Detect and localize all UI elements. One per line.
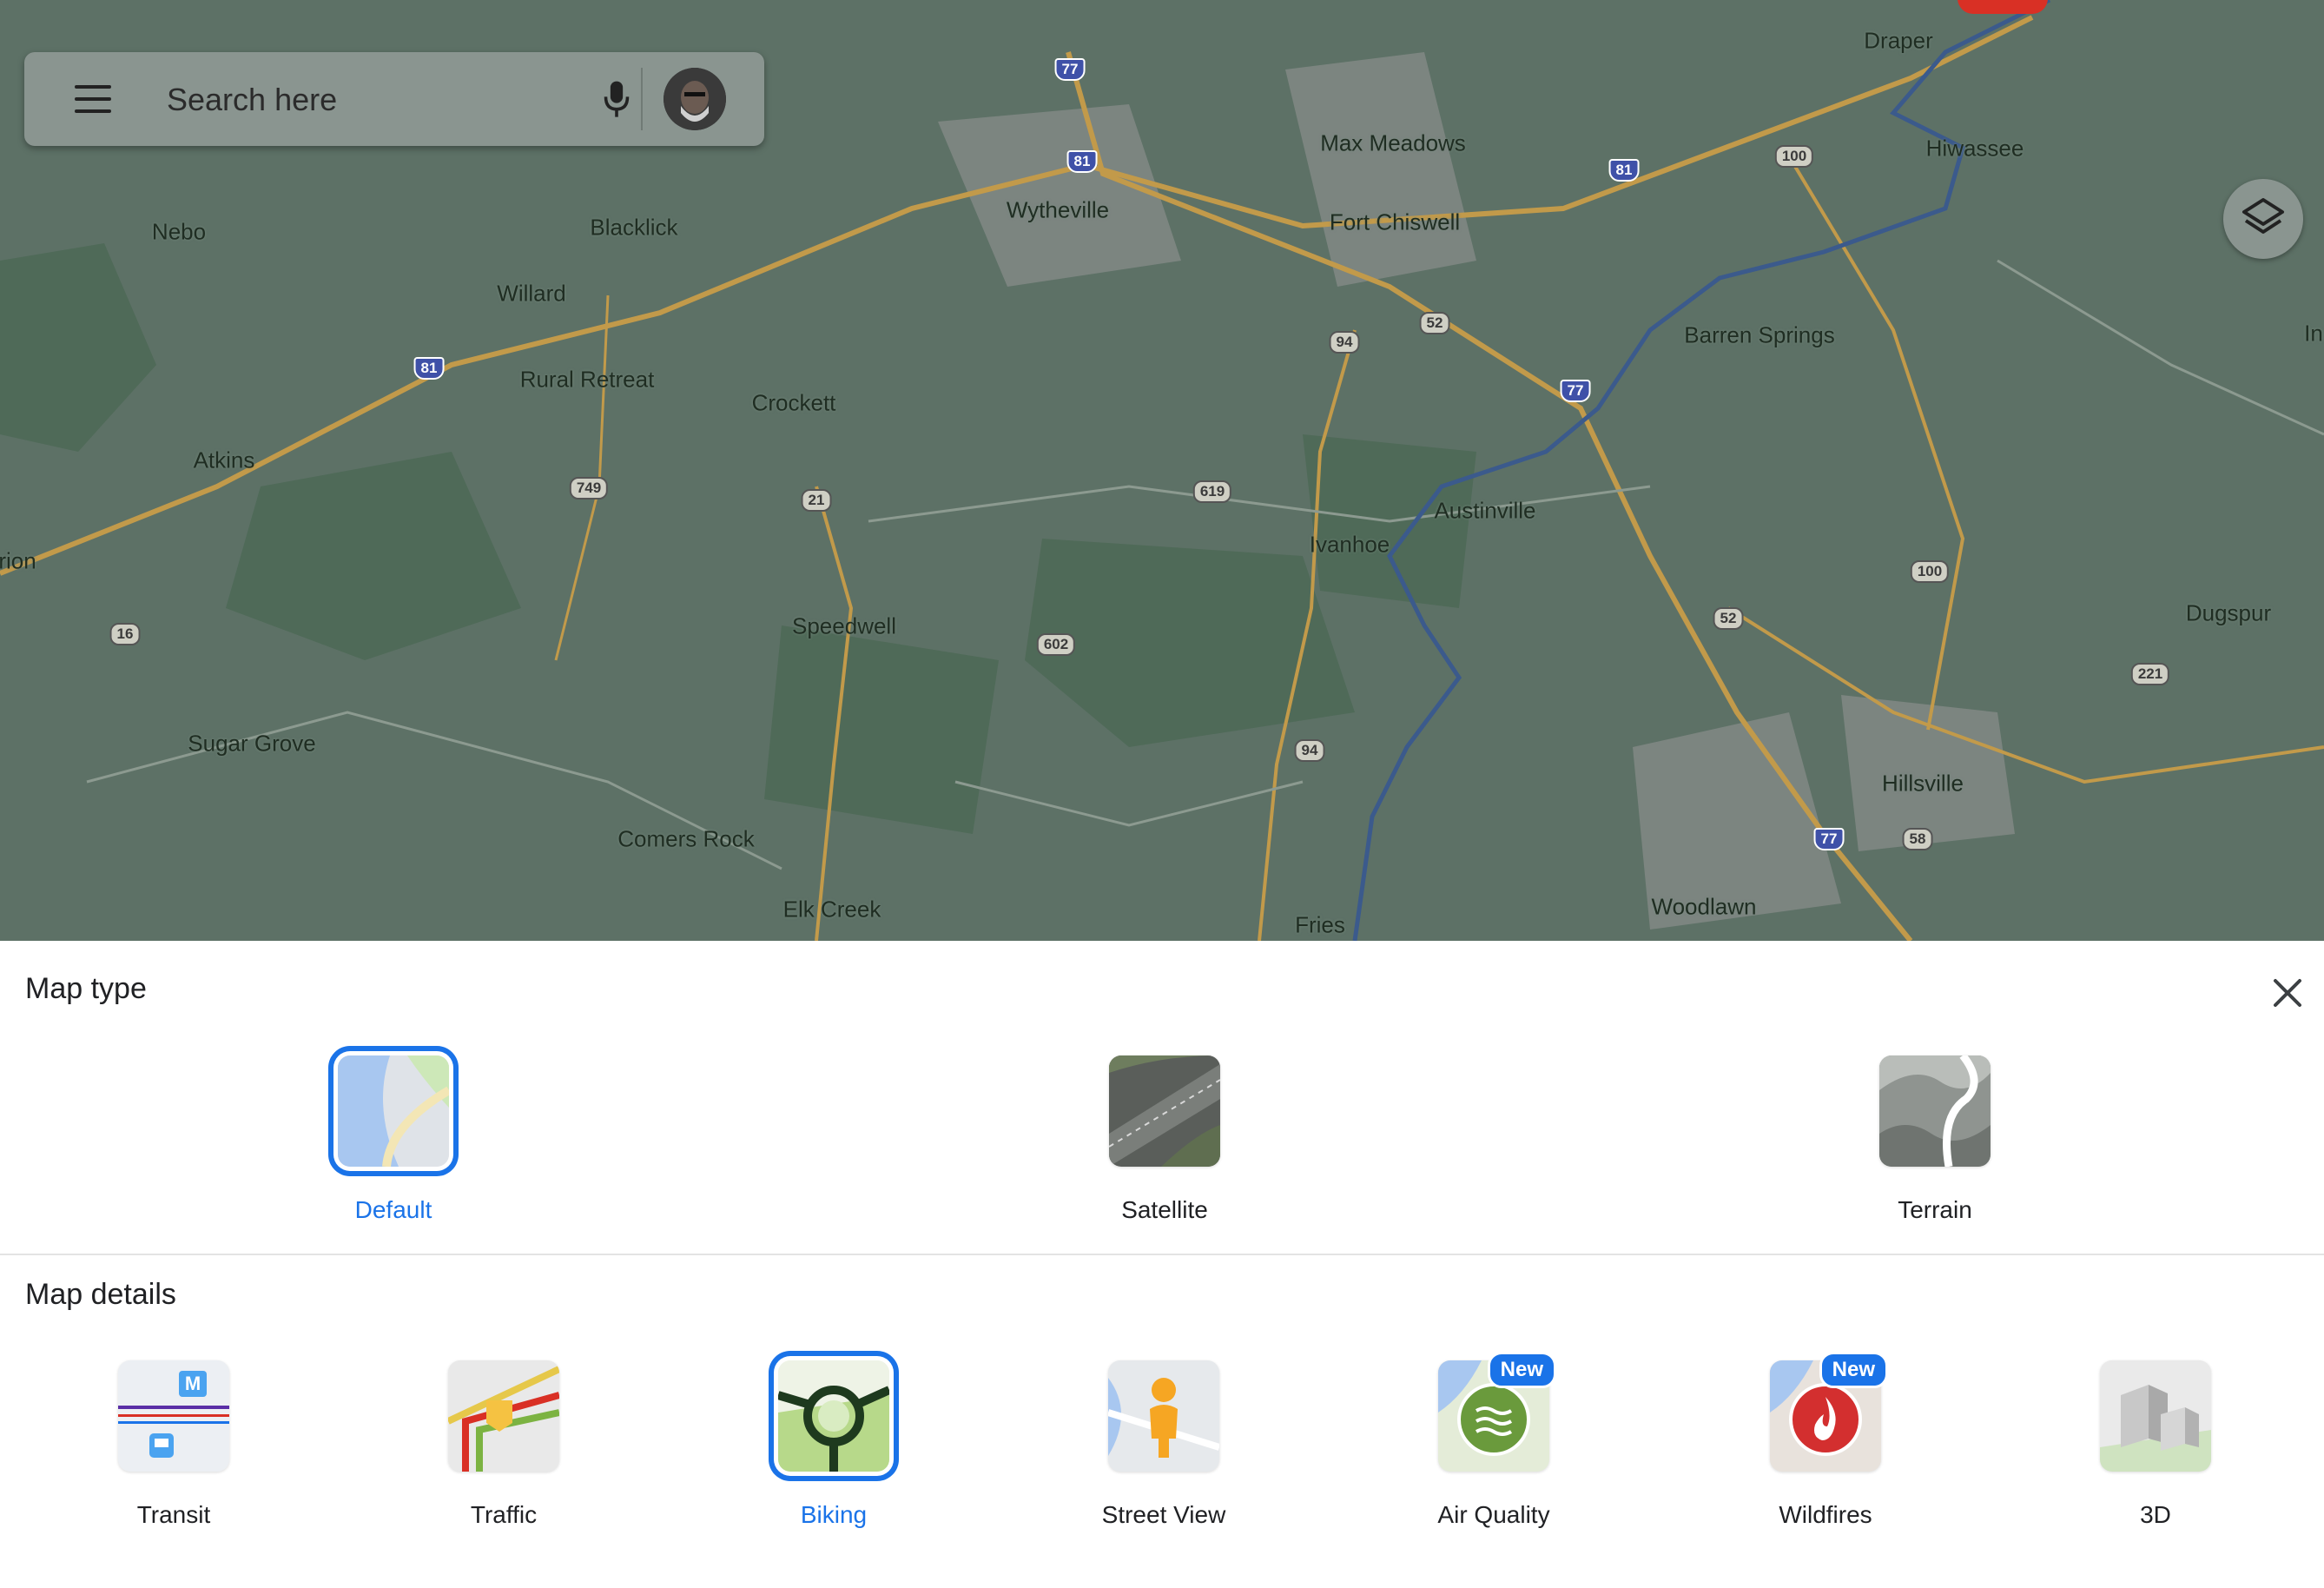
route-shield: 619: [1192, 480, 1232, 503]
route-shield: 749: [569, 477, 609, 500]
place-label[interactable]: Barren Springs: [1684, 322, 1834, 349]
satellite-map-icon: [1109, 1055, 1220, 1167]
place-label[interactable]: Fries: [1295, 912, 1345, 939]
place-label[interactable]: In: [2304, 321, 2323, 347]
map-detail-label: Street View: [1101, 1501, 1226, 1528]
place-label[interactable]: Ivanhoe: [1310, 532, 1390, 559]
place-label[interactable]: Rural Retreat: [520, 367, 655, 394]
route-shield: 77: [1560, 380, 1591, 402]
route-shield: 58: [1902, 828, 1933, 850]
place-label[interactable]: Max Meadows: [1320, 130, 1466, 157]
street-view-icon: [1108, 1360, 1219, 1472]
map-detail-traffic[interactable]: Traffic: [373, 1360, 634, 1529]
3d-buildings-icon: [2100, 1360, 2211, 1472]
place-label[interactable]: Elk Creek: [783, 897, 881, 923]
biking-icon: [778, 1360, 889, 1472]
transit-icon: M: [118, 1360, 229, 1472]
default-map-icon: [338, 1055, 449, 1167]
map-detail-wildfires[interactable]: New Wildfires: [1695, 1352, 1956, 1529]
close-icon[interactable]: [2268, 974, 2307, 1012]
map-detail-street-view[interactable]: Street View: [1033, 1360, 1294, 1529]
map-detail-label: Wildfires: [1779, 1501, 1872, 1528]
route-shield: 100: [1774, 145, 1814, 168]
map-type-title: Map type: [25, 972, 147, 1005]
map-type-label: Default: [354, 1196, 432, 1223]
place-label[interactable]: Austinville: [1434, 498, 1535, 525]
traffic-icon: [448, 1360, 559, 1472]
route-shield: 77: [1054, 58, 1086, 81]
terrain-map-icon: [1879, 1055, 1991, 1167]
place-label[interactable]: Atkins: [194, 447, 255, 474]
new-badge: New: [1819, 1352, 1888, 1388]
route-shield: 16: [109, 623, 141, 645]
route-shield: 52: [1419, 312, 1450, 334]
layers-icon: [2242, 198, 2284, 234]
place-label[interactable]: rion: [0, 548, 36, 575]
map-detail-transit[interactable]: M Transit: [43, 1360, 304, 1529]
map-detail-label: Transit: [136, 1501, 211, 1528]
map-detail-label: Air Quality: [1437, 1501, 1550, 1528]
map-type-default[interactable]: Default: [263, 1055, 524, 1224]
town-area: [1285, 52, 1476, 287]
map-detail-biking[interactable]: Biking: [703, 1360, 964, 1529]
route-shield: 221: [2130, 663, 2170, 685]
recording-indicator: [1958, 0, 2048, 14]
map-detail-label: Biking: [800, 1501, 868, 1528]
route-shield: 94: [1329, 331, 1360, 354]
mic-icon[interactable]: [598, 78, 636, 122]
route-shield: 21: [801, 489, 832, 512]
place-label[interactable]: Woodlawn: [1652, 894, 1757, 921]
map-type-label: Terrain: [1898, 1196, 1972, 1223]
route-shield: 100: [1910, 560, 1950, 583]
place-label[interactable]: Dugspur: [2186, 600, 2271, 627]
place-label[interactable]: Nebo: [152, 219, 206, 246]
place-label[interactable]: Comers Rock: [617, 826, 754, 853]
place-label[interactable]: Hiwassee: [1926, 136, 2024, 162]
place-label[interactable]: Blacklick: [590, 215, 677, 242]
section-divider: [0, 1254, 2324, 1255]
forest-area: [226, 452, 521, 660]
search-divider: [641, 68, 643, 130]
map-detail-label: 3D: [2140, 1501, 2171, 1528]
place-label[interactable]: Crockett: [752, 390, 836, 417]
route-shield: 81: [413, 357, 445, 380]
map-detail-3d[interactable]: 3D: [2025, 1360, 2286, 1529]
menu-icon[interactable]: [75, 85, 111, 113]
map-type-satellite[interactable]: Satellite: [1034, 1055, 1295, 1224]
place-label[interactable]: Willard: [497, 281, 565, 308]
map-details-title: Map details: [25, 1278, 176, 1311]
place-label[interactable]: Sugar Grove: [188, 731, 315, 758]
new-badge: New: [1487, 1352, 1556, 1388]
route-shield: 81: [1066, 150, 1098, 173]
place-label[interactable]: Hillsville: [1882, 771, 1964, 797]
forest-area: [764, 625, 999, 834]
map-type-label: Satellite: [1121, 1196, 1208, 1223]
route-shield: 77: [1813, 828, 1845, 850]
map-detail-label: Traffic: [470, 1501, 538, 1528]
search-bar[interactable]: Search here: [24, 52, 764, 146]
map-canvas[interactable]: Draper Hiwassee Max Meadows Wytheville Fort …: [0, 0, 2324, 941]
route-shield: 94: [1294, 739, 1325, 762]
map-type-terrain[interactable]: Terrain: [1805, 1055, 2065, 1224]
place-label[interactable]: Fort Chiswell: [1330, 209, 1460, 236]
place-label[interactable]: Speedwell: [792, 613, 896, 640]
route-shield: 602: [1036, 633, 1076, 656]
map-layers-sheet: Map type Default Satellite Terrain Map d…: [0, 941, 2324, 1588]
svg-text:M: M: [185, 1373, 201, 1394]
search-input[interactable]: Search here: [167, 82, 337, 118]
place-label[interactable]: Wytheville: [1007, 197, 1109, 224]
avatar[interactable]: [664, 68, 726, 130]
map-detail-air-quality[interactable]: New Air Quality: [1363, 1352, 1624, 1529]
route-shield: 81: [1608, 159, 1640, 182]
forest-area: [0, 243, 156, 452]
route-shield: 52: [1713, 607, 1744, 630]
place-label[interactable]: Draper: [1864, 28, 1932, 55]
layers-button[interactable]: [2223, 179, 2303, 259]
